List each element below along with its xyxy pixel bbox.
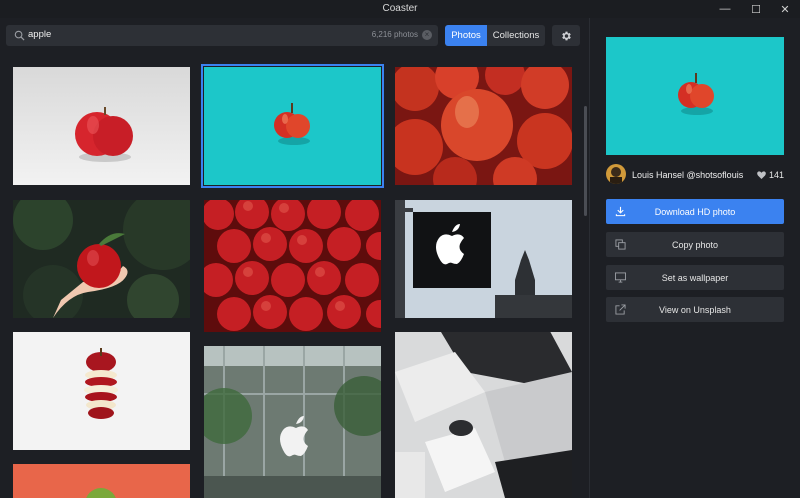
download-hd-button[interactable]: Download HD photo (606, 199, 784, 224)
photo-grid (0, 52, 589, 498)
photo-tile[interactable] (204, 346, 381, 498)
maximize-button[interactable]: ☐ (741, 0, 771, 18)
author-row: Louis Hansel @shotsoflouis 141 (606, 164, 784, 186)
close-button[interactable]: ✕ (770, 0, 800, 18)
clear-search-icon[interactable]: × (422, 30, 432, 40)
photo-tile[interactable] (204, 200, 381, 332)
photo-tile[interactable] (13, 464, 190, 498)
photo-tile[interactable] (395, 67, 572, 185)
likes-value: 141 (768, 170, 784, 180)
tab-collections[interactable]: Collections (487, 25, 545, 46)
photo-tile-selected[interactable] (201, 64, 384, 188)
view-on-unsplash-button[interactable]: View on Unsplash (606, 297, 784, 322)
copy-photo-label: Copy photo (671, 240, 719, 250)
window-title: Coaster (382, 3, 418, 14)
selected-photo-preview (606, 37, 784, 155)
set-wallpaper-button[interactable]: Set as wallpaper (606, 265, 784, 290)
set-wallpaper-label: Set as wallpaper (661, 273, 729, 283)
copy-photo-button[interactable]: Copy photo (606, 232, 784, 257)
photo-tile[interactable] (13, 200, 190, 318)
download-hd-label: Download HD photo (654, 207, 736, 217)
photo-tile[interactable] (13, 67, 190, 185)
title-bar: Coaster — ☐ ✕ (0, 0, 800, 18)
view-on-unsplash-label: View on Unsplash (659, 305, 731, 315)
likes-count: 141 (757, 170, 784, 180)
search-icon (14, 30, 25, 41)
photo-tile[interactable] (395, 332, 572, 498)
author-name[interactable]: Louis Hansel @shotsoflouis (632, 170, 743, 180)
search-input[interactable]: apple (28, 29, 51, 40)
heart-icon (757, 171, 766, 179)
settings-button[interactable] (552, 25, 580, 46)
gear-icon (562, 31, 571, 40)
result-count: 6,216 photos (371, 30, 418, 39)
panel-divider (589, 18, 590, 498)
search-field[interactable]: apple 6,216 photos × (6, 25, 438, 46)
minimize-button[interactable]: — (710, 0, 740, 18)
photo-tile[interactable] (13, 332, 190, 450)
tab-photos[interactable]: Photos (445, 25, 487, 46)
avatar[interactable] (606, 164, 626, 184)
grid-scrollbar[interactable] (584, 106, 587, 216)
photo-tile[interactable] (395, 200, 572, 318)
